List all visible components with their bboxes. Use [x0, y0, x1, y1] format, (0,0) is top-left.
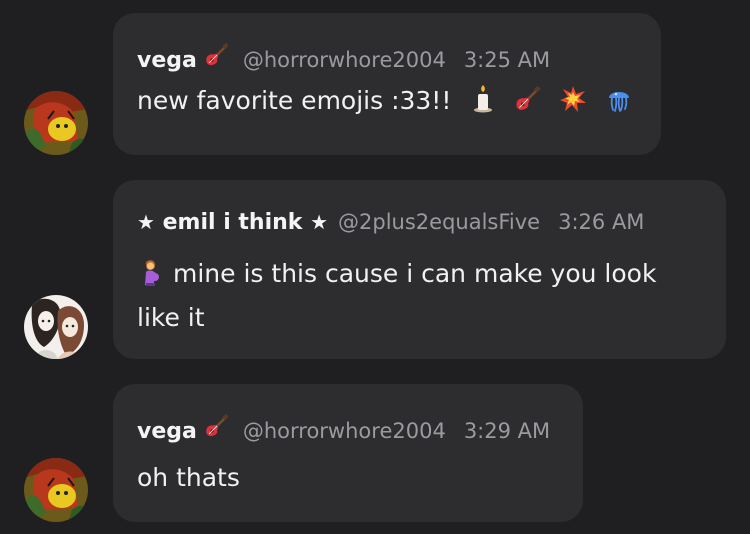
- pregnant-person-icon: [137, 258, 165, 286]
- timestamp: 3:29 AM: [463, 419, 551, 443]
- candle-icon: [469, 85, 497, 113]
- timestamp: 3:26 AM: [558, 210, 645, 234]
- message-header: vega @horrorwhore2004 3:29 AM: [137, 414, 559, 444]
- avatar-emil-image: [24, 295, 88, 359]
- author-name[interactable]: ★ emil i think ★: [137, 210, 328, 235]
- message-text: new favorite emojis :33!!: [137, 79, 637, 123]
- author-handle[interactable]: @horrorwhore2004: [243, 48, 446, 72]
- author-handle[interactable]: @2plus2equalsFive: [338, 210, 540, 234]
- star-prefix: ★: [137, 210, 155, 234]
- author-name[interactable]: vega: [137, 419, 197, 444]
- timestamp: 3:25 AM: [463, 48, 551, 72]
- collision-icon: [559, 85, 587, 113]
- message-text-content: mine is this cause i can make you look l…: [137, 259, 657, 332]
- message-bubble: vega @horrorwhore2004 3:29 AM oh thats: [113, 384, 583, 522]
- guitar-icon: [203, 414, 229, 438]
- guitar-icon: [203, 43, 229, 67]
- message-bubble: vega @horrorwhore2004 3:25 AM new favori…: [113, 13, 661, 155]
- chat-thread: vega @horrorwhore2004 3:25 AM new favori…: [0, 0, 750, 534]
- message-text-content: oh thats: [137, 463, 240, 492]
- avatar-vega-image: [24, 91, 88, 155]
- jellyfish-icon: [605, 85, 633, 113]
- message-text-content: new favorite emojis :33!!: [137, 86, 452, 115]
- star-suffix: ★: [310, 210, 329, 234]
- author-name-text: emil i think: [162, 210, 303, 235]
- guitar-icon: [513, 85, 541, 113]
- author-handle[interactable]: @horrorwhore2004: [243, 419, 446, 443]
- message-header: ★ emil i think ★ @2plus2equalsFive 3:26 …: [137, 210, 702, 240]
- message-bubble: ★ emil i think ★ @2plus2equalsFive 3:26 …: [113, 180, 726, 359]
- message: vega @horrorwhore2004 3:25 AM new favori…: [0, 0, 750, 165]
- author-name[interactable]: vega: [137, 48, 197, 73]
- message: vega @horrorwhore2004 3:29 AM oh thats: [0, 384, 750, 534]
- message-header: vega @horrorwhore2004 3:25 AM: [137, 43, 637, 73]
- avatar[interactable]: [24, 295, 88, 359]
- message-text: mine is this cause i can make you look l…: [137, 252, 702, 340]
- message-text: oh thats: [137, 456, 559, 500]
- avatar-vega-image: [24, 458, 88, 522]
- avatar[interactable]: [24, 458, 88, 522]
- avatar[interactable]: [24, 91, 88, 155]
- message: ★ emil i think ★ @2plus2equalsFive 3:26 …: [0, 165, 750, 365]
